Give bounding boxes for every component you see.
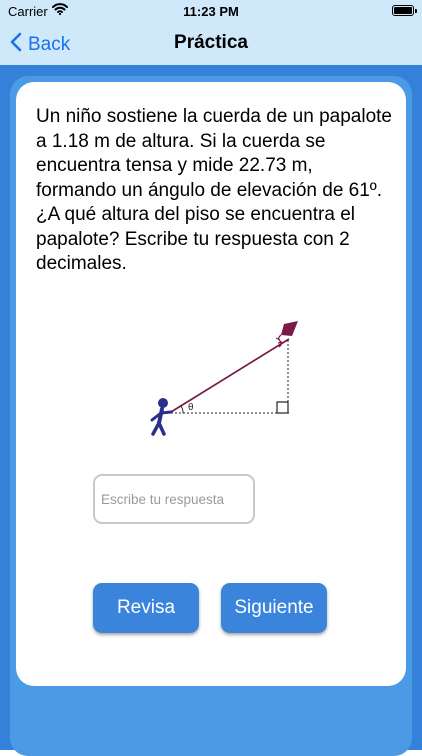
question-text: Un niño sostiene la cuerda de un papalot…: [36, 106, 392, 274]
right-angle-marker: [276, 401, 289, 414]
child-icon: [150, 398, 173, 436]
kite-icon: [275, 321, 298, 348]
exercise-card: Un niño sostiene la cuerda de un papalot…: [16, 82, 406, 686]
kite-string: [170, 338, 290, 413]
answer-input[interactable]: [93, 474, 255, 524]
navigation-bar: Back Práctica: [0, 24, 422, 65]
clock: 11:23 PM: [183, 4, 239, 19]
battery-icon: [392, 5, 417, 16]
content-area: Un niño sostiene la cuerda de un papalot…: [0, 65, 422, 756]
check-button[interactable]: Revisa: [93, 583, 199, 633]
angle-label: θ: [188, 403, 194, 413]
page-title: Práctica: [174, 32, 248, 53]
angle-arc: [180, 405, 184, 414]
kite-diagram: θ: [150, 321, 298, 436]
status-bar: Carrier 11:23 PM: [0, 0, 422, 24]
next-button[interactable]: Siguiente: [221, 583, 327, 633]
